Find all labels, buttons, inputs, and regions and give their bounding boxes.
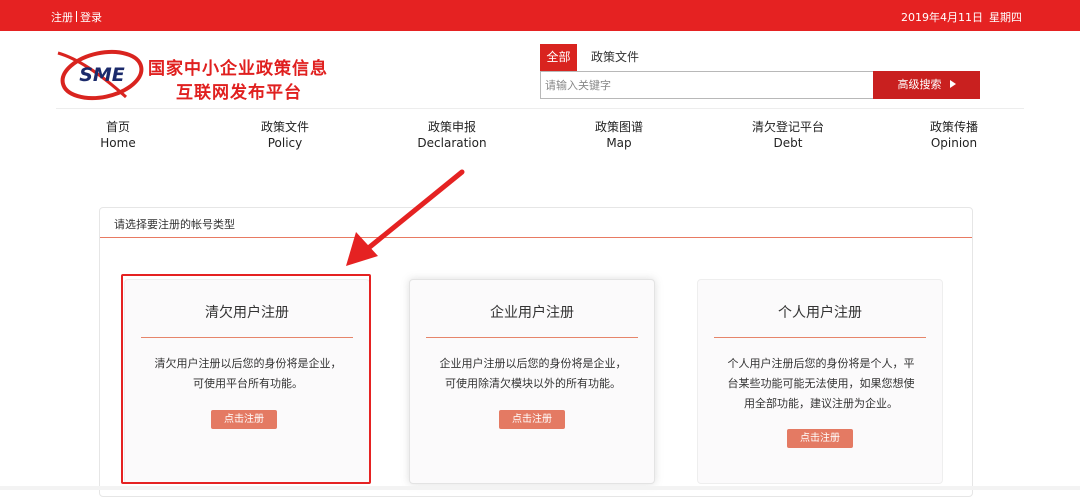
search-input[interactable] <box>545 72 873 98</box>
login-link[interactable]: 登录 <box>80 11 102 24</box>
weekday-text: 星期四 <box>989 11 1022 24</box>
nav-item-home[interactable]: 首页 Home <box>100 120 136 151</box>
nav-item-opinion[interactable]: 政策传播 Opinion <box>924 120 984 151</box>
card-title: 企业用户注册 <box>490 305 574 321</box>
sme-logo-icon: SME <box>57 49 144 101</box>
card-desc-line: 企业用户注册以后您的身份将是企业， <box>439 357 627 370</box>
debt-user-register-card[interactable]: 清欠用户注册 清欠用户注册以后您的身份将是企业， 可使用平台所有功能。 点击注册 <box>124 279 370 484</box>
card-desc-line: 用全部功能，建议注册为企业。 <box>744 397 898 410</box>
nav-label-en: Declaration <box>417 136 487 150</box>
card-description: 企业用户注册以后您的身份将是企业， 可使用除清欠模块以外的所有功能。 <box>424 354 642 394</box>
nav-label-cn: 政策传播 <box>929 120 978 134</box>
card-desc-line: 台某些功能可能无法使用，如果您想使 <box>727 377 915 390</box>
enterprise-register-button[interactable]: 点击注册 <box>499 410 565 429</box>
personal-register-button[interactable]: 点击注册 <box>787 429 853 448</box>
card-description: 清欠用户注册以后您的身份将是企业， 可使用平台所有功能。 <box>139 354 357 394</box>
nav-label-en: Opinion <box>930 136 978 150</box>
card-title: 清欠用户注册 <box>205 305 289 321</box>
sme-badge-text: SME <box>79 64 125 86</box>
card-description: 个人用户注册后您的身份将是个人，平 台某些功能可能无法使用，如果您想使 用全部功… <box>712 354 930 414</box>
panel-divider <box>100 237 972 238</box>
logo-title-line1: 国家中小企业政策信息 <box>148 59 328 79</box>
nav-label-cn: 首页 <box>105 120 130 134</box>
date-display: 2019年4月11日 星期四 <box>901 9 1022 25</box>
enterprise-user-register-card[interactable]: 企业用户注册 企业用户注册以后您的身份将是企业， 可使用除清欠模块以外的所有功能… <box>409 279 655 484</box>
tab-all[interactable]: 全部 <box>540 44 577 71</box>
nav-item-policy[interactable]: 政策文件 Policy <box>255 120 315 151</box>
panel-title: 请选择要注册的帐号类型 <box>114 218 235 231</box>
card-desc-line: 可使用平台所有功能。 <box>193 377 303 390</box>
logo-title-line2: 互联网发布平台 <box>176 83 302 103</box>
debt-register-button[interactable]: 点击注册 <box>211 410 277 429</box>
top-bar: 注册 登录 2019年4月11日 星期四 <box>0 0 1080 31</box>
site-logo[interactable]: SME 国家中小企业政策信息 互联网发布平台 <box>56 45 336 105</box>
bottom-edge <box>0 486 1080 490</box>
card-divider <box>714 337 926 338</box>
card-desc-line: 清欠用户注册以后您的身份将是企业， <box>154 357 342 370</box>
nav-item-declaration[interactable]: 政策申报 Declaration <box>414 120 490 151</box>
advanced-search-label: 高级搜索 <box>897 78 942 91</box>
personal-user-register-card[interactable]: 个人用户注册 个人用户注册后您的身份将是个人，平 台某些功能可能无法使用，如果您… <box>697 279 943 484</box>
header-divider <box>56 108 1024 109</box>
nav-label-cn: 政策申报 <box>427 120 476 134</box>
nav-label-cn: 清欠登记平台 <box>751 120 824 134</box>
card-title: 个人用户注册 <box>778 305 862 321</box>
nav-label-en: Map <box>606 136 632 150</box>
advanced-search-button[interactable]: 高级搜索 <box>873 71 980 99</box>
nav-label-en: Home <box>100 136 136 150</box>
auth-divider <box>76 11 77 22</box>
auth-links: 注册 登录 <box>51 9 102 25</box>
nav-label-en: Debt <box>773 136 803 150</box>
tab-policy-docs[interactable]: 政策文件 <box>591 44 639 71</box>
card-divider <box>141 337 353 338</box>
card-desc-line: 个人用户注册后您的身份将是个人，平 <box>727 357 915 370</box>
nav-item-debt[interactable]: 清欠登记平台 Debt <box>744 120 832 151</box>
search-field[interactable] <box>540 71 873 99</box>
date-text: 2019年4月11日 <box>901 11 983 24</box>
card-divider <box>426 337 638 338</box>
nav-label-cn: 政策图谱 <box>594 120 643 134</box>
register-link[interactable]: 注册 <box>51 11 73 24</box>
nav-label-cn: 政策文件 <box>260 120 309 134</box>
nav-label-en: Policy <box>267 136 303 150</box>
card-desc-line: 可使用除清欠模块以外的所有功能。 <box>445 377 621 390</box>
play-arrow-icon <box>949 80 956 88</box>
nav-item-map[interactable]: 政策图谱 Map <box>589 120 649 151</box>
